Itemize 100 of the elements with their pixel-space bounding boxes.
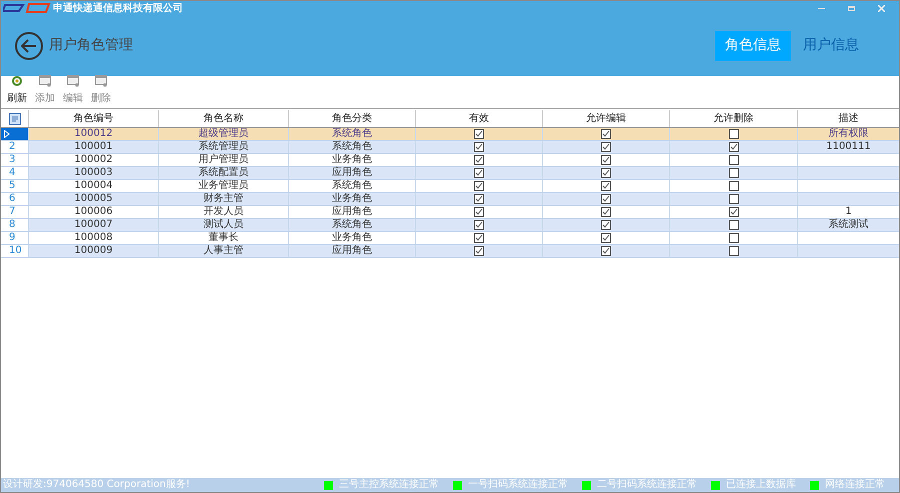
table-row[interactable]: 2 100001 系统管理员 系统角色 1100111 [1,141,899,154]
table-row[interactable]: 4 100003 系统配置员 应用角色 [1,167,899,180]
checkbox[interactable] [728,168,738,178]
checkbox[interactable] [728,233,738,243]
column-header[interactable]: 允许编辑 [542,110,669,127]
table-cell: 测试人员 [158,219,288,231]
table-cell: 财务主管 [158,193,288,205]
row-number: 9 [9,233,16,243]
checkbox[interactable] [601,220,611,230]
table-row[interactable]: 9 100008 董事长 业务角色 [1,232,899,245]
table-cell: 100002 [28,154,158,166]
checkbox[interactable] [728,155,738,165]
checkbox[interactable] [601,168,611,178]
arrow-left-icon [21,38,37,52]
column-header[interactable]: 角色名称 [158,110,288,127]
table-row[interactable]: 100012 超级管理员 系统角色 所有权限 [1,128,899,141]
status-label: 二号扫码系统连接正常 [597,480,697,490]
close-icon [878,4,884,12]
checkbox[interactable] [474,142,484,152]
checkbox[interactable] [474,246,484,256]
row-number: 6 [9,194,16,204]
table-row[interactable]: 8 100007 测试人员 系统角色 系统测试 [1,219,899,232]
checkbox[interactable] [728,129,738,139]
status-label: 已连接上数据库 [726,480,796,490]
column-header[interactable]: 描述 [797,110,899,127]
status-label: 一号扫码系统连接正常 [468,480,568,490]
checkbox[interactable] [728,194,738,204]
table-cell: 系统配置员 [158,167,288,179]
table-row[interactable]: 5 100004 业务管理员 系统角色 [1,180,899,193]
checkbox[interactable] [728,246,738,256]
table-cell: 100004 [28,180,158,192]
table-cell: 100001 [28,141,158,153]
table-cell: 100008 [28,232,158,244]
checkbox[interactable] [601,194,611,204]
checkbox[interactable] [728,181,738,191]
table-cell: 人事主管 [158,245,288,257]
table-cell: 100012 [28,128,158,140]
status-label: 网络连接正常 [825,480,885,490]
page-title: 用户角色管理 [49,36,133,55]
checkbox[interactable] [601,129,611,139]
table-cell: 业务管理员 [158,180,288,192]
window-icon [67,75,79,87]
table-cell: 100005 [28,193,158,205]
table-cell: 应用角色 [288,206,415,218]
checkbox[interactable] [601,246,611,256]
logo-icon [3,2,51,14]
table-cell: 业务角色 [288,232,415,244]
table-cell: 100007 [28,219,158,231]
row-number: 8 [9,220,16,230]
checkbox[interactable] [474,233,484,243]
checkbox[interactable] [728,207,738,217]
checkbox[interactable] [601,181,611,191]
table-cell: 应用角色 [288,245,415,257]
column-header[interactable]: 角色分类 [288,110,415,127]
table-cell: 超级管理员 [158,128,288,140]
row-number: 10 [9,246,22,256]
table-row[interactable]: 3 100002 用户管理员 业务角色 [1,154,899,167]
checkbox[interactable] [474,129,484,139]
status-label: 三号主控系统连接正常 [339,480,439,490]
column-header[interactable]: 允许删除 [669,110,797,127]
back-button[interactable] [15,32,43,60]
checkbox[interactable] [601,207,611,217]
checkbox[interactable] [474,207,484,217]
table-cell: 开发人员 [158,206,288,218]
table-cell: 系统角色 [288,219,415,231]
table-cell: 100006 [28,206,158,218]
table-cell: 系统角色 [288,128,415,140]
table-cell: 所有权限 [828,129,868,139]
row-number: 3 [9,155,16,165]
checkbox[interactable] [474,194,484,204]
table-cell: 业务角色 [288,193,415,205]
table-cell: 1100111 [826,142,871,152]
checkbox[interactable] [474,168,484,178]
toolbar-button[interactable]: 刷新 [5,75,29,106]
table-cell: 100003 [28,167,158,179]
checkbox[interactable] [474,220,484,230]
status-text: 设计研发:974064580 Corporation服务! [3,480,190,490]
column-header[interactable]: 角色编号 [28,110,158,127]
table-menu-icon[interactable] [8,112,20,124]
checkbox[interactable] [601,233,611,243]
table-cell: 系统角色 [288,141,415,153]
checkbox[interactable] [601,155,611,165]
checkbox[interactable] [601,142,611,152]
window-icon [39,75,51,87]
table-cell: 应用角色 [288,167,415,179]
row-number: 4 [9,168,16,178]
checkbox[interactable] [474,181,484,191]
column-header[interactable]: 有效 [415,110,542,127]
table-cell: 1 [845,207,852,217]
refresh-icon [11,75,23,87]
checkbox[interactable] [474,155,484,165]
table-cell: 100009 [28,245,158,257]
table-row[interactable]: 10 100009 人事主管 应用角色 [1,245,899,258]
table-row[interactable]: 7 100006 开发人员 应用角色 1 [1,206,899,219]
table-row[interactable]: 6 100005 财务主管 业务角色 [1,193,899,206]
row-number: 5 [9,181,16,191]
row-number: 7 [9,207,16,217]
checkbox[interactable] [728,220,738,230]
window-icon [95,75,107,87]
checkbox[interactable] [728,142,738,152]
